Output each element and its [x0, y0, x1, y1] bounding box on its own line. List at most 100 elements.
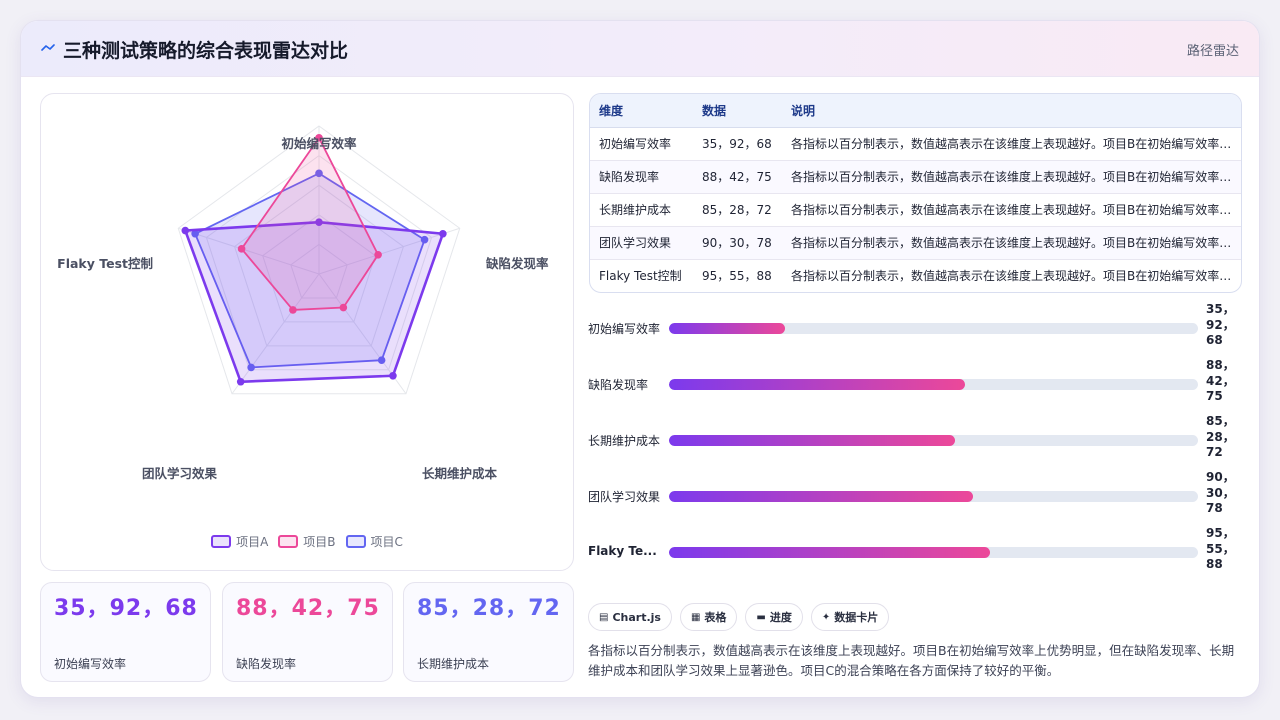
cell-data: 95，55，88 — [702, 269, 772, 284]
radar-data-point — [236, 377, 245, 386]
progress-value: 35，92，68 — [1206, 302, 1235, 347]
stat-value: 85，28，72 — [417, 596, 561, 621]
radar-axis-label: 长期维护成本 — [422, 466, 498, 481]
table-header-row: 维度 数据 说明 — [590, 94, 1241, 128]
progress-label: 缺陷发现率 — [588, 378, 649, 392]
legend-swatch-c — [345, 535, 366, 548]
legend-item-c[interactable]: 项目C — [345, 533, 403, 550]
progress-value: 85，28，72 — [1206, 414, 1235, 459]
radar-data-point — [289, 306, 297, 314]
stat-card-1: 35，92，68 初始编写效率 — [40, 582, 211, 682]
legend-label-c: 项目C — [370, 535, 403, 549]
table-row: Flaky Test控制 95，55，88 各指标以百分制表示，数值越高表示在该… — [590, 259, 1241, 292]
chart-legend: 项目A 项目B 项目C — [41, 533, 573, 550]
cell-data: 35，92，68 — [693, 127, 782, 161]
cell-dimension: 缺陷发现率 — [590, 160, 693, 194]
stat-card-3: 85，28，72 长期维护成本 — [403, 582, 574, 682]
progress-row: 初始编写效率 35，92，68 — [588, 302, 1248, 348]
radar-axis-label: Flaky Test控制 — [57, 256, 153, 271]
card-header: 三种测试策略的综合表现雷达对比 路径雷达 — [21, 21, 1259, 77]
progress-track — [669, 435, 1198, 446]
chip-chartjs[interactable]: ▤ Chart.js — [588, 603, 672, 631]
progress-fill — [669, 379, 966, 390]
progress-row: 长期维护成本 85，28，72 — [588, 414, 1248, 460]
radar-chart-card: 初始编写效率缺陷发现率长期维护成本 团队学习效果 Flaky Test控制 项目A … — [40, 93, 574, 571]
column-header-note: 说明 — [782, 94, 1241, 128]
progress-value: 90，30，78 — [1206, 470, 1235, 515]
radar-data-point — [374, 250, 382, 259]
cell-data: 88，42，75 — [693, 160, 782, 194]
progress-row: 团队学习效果 90，30，78 — [588, 470, 1248, 516]
radar-axis-label: 团队学习效果 — [142, 466, 218, 481]
cell-dimension: 长期维护成本 — [590, 193, 693, 227]
cell-dimension: Flaky Test控制 — [599, 269, 682, 284]
legend-label-a: 项目A — [236, 535, 269, 549]
chart-icon: ▤ — [599, 611, 609, 623]
progress-track — [669, 323, 1198, 334]
chip-label: 数据卡片 — [834, 611, 879, 624]
legend-swatch-a — [211, 535, 232, 548]
cell-dimension: 团队学习效果 — [590, 226, 693, 260]
radar-data-point — [237, 245, 246, 253]
progress-fill — [669, 491, 973, 502]
legend-swatch-b — [278, 535, 299, 548]
route-icon — [41, 44, 55, 51]
progress-row: 缺陷发现率 88，42，75 — [588, 358, 1248, 404]
data-table: 维度 数据 说明 初始编写效率 35，92，68 各指标以百分制表示，数值越高表… — [590, 94, 1241, 292]
progress-row: Flaky Te... 95，55，88 — [588, 526, 1248, 572]
cell-note: 各指标以百分制表示，数值越高表示在该维度上表现越好。项目B在初始编写效率上优势明… — [782, 127, 1241, 161]
progress-track — [669, 547, 1198, 558]
chip-label: 进度 — [769, 611, 792, 624]
chip-progress[interactable]: ▬ 进度 — [745, 603, 803, 631]
radar-axis-label: 缺陷发现率 — [486, 256, 549, 271]
progress-track — [669, 491, 1198, 502]
stat-label: 长期维护成本 — [417, 657, 490, 671]
table-icon: ▦ — [690, 611, 701, 623]
progress-label: Flaky Te... — [588, 544, 657, 558]
radar-data-point — [439, 229, 447, 238]
column-header-data: 数据 — [693, 94, 782, 128]
sparkle-icon: ✦ — [821, 611, 831, 623]
table-row: 团队学习效果 90，30，78 各指标以百分制表示，数值越高表示在该维度上表现越… — [590, 226, 1241, 260]
column-header-dimension: 维度 — [590, 94, 693, 128]
cell-note: 各指标以百分制表示，数值越高表示在该维度上表现越好。项目B在初始编写效率上优势明… — [782, 160, 1241, 194]
cell-note: 各指标以百分制表示，数值越高表示在该维度上表现越好。项目B在初始编写效率上优势明… — [782, 226, 1241, 260]
radar-axis-label: 初始编写效率 — [281, 136, 357, 151]
radar-data-point — [339, 303, 348, 312]
legend-item-b[interactable]: 项目B — [278, 533, 336, 550]
stat-value: 88，42，75 — [236, 596, 380, 621]
chip-cards[interactable]: ✦ 数据卡片 — [810, 603, 890, 631]
chip-label: Chart.js — [612, 610, 661, 624]
stat-label: 缺陷发现率 — [236, 657, 297, 671]
table-row: 长期维护成本 85，28，72 各指标以百分制表示，数值越高表示在该维度上表现越… — [590, 193, 1241, 227]
cell-data: 85，28，72 — [693, 193, 782, 227]
progress-label: 初始编写效率 — [588, 322, 661, 336]
cell-data: 90，30，78 — [693, 226, 782, 260]
stat-label: 初始编写效率 — [54, 657, 127, 671]
progress-label: 团队学习效果 — [588, 490, 661, 504]
progress-value: 95，55，88 — [1206, 526, 1235, 571]
page-title: 三种测试策略的综合表现雷达对比 — [63, 40, 349, 62]
progress-track — [669, 379, 1198, 390]
view-chips: ▤ Chart.js ▦ 表格 ▬ 进度 ✦ 数据卡片 — [588, 603, 890, 631]
cell-dimension: 初始编写效率 — [590, 127, 693, 161]
progress-fill — [669, 547, 991, 558]
table-row: 缺陷发现率 88，42，75 各指标以百分制表示，数值越高表示在该维度上表现越好… — [590, 160, 1241, 194]
chip-table[interactable]: ▦ 表格 — [679, 603, 738, 631]
chip-label: 表格 — [704, 611, 727, 624]
table-row: 初始编写效率 35，92，68 各指标以百分制表示，数值越高表示在该维度上表现越… — [590, 127, 1241, 161]
legend-item-a[interactable]: 项目A — [211, 533, 268, 550]
progress-fill — [669, 435, 955, 446]
legend-label-b: 项目B — [303, 535, 336, 549]
radar-data-point — [181, 226, 190, 235]
progress-value: 88，42，75 — [1206, 358, 1235, 403]
cell-note: 各指标以百分制表示，数值越高表示在该维度上表现越好。项目B在初始编写效率上优势明… — [782, 193, 1241, 227]
stat-card-2: 88，42，75 缺陷发现率 — [222, 582, 393, 682]
description-text: 各指标以百分制表示，数值越高表示在该维度上表现越好。项目B在初始编写效率上优势明… — [588, 643, 1235, 678]
data-table-card: 维度 数据 说明 初始编写效率 35，92，68 各指标以百分制表示，数值越高表… — [589, 93, 1242, 293]
header-tag: 路径雷达 — [1186, 44, 1239, 59]
cell-note: 各指标以百分制表示，数值越高表示在该维度上表现越好。项目B在初始编写效率上优势明… — [791, 269, 1241, 284]
radar-chart: 初始编写效率缺陷发现率长期维护成本 团队学习效果 Flaky Test控制 — [57, 125, 549, 481]
progress-label: 长期维护成本 — [588, 434, 661, 448]
progress-icon: ▬ — [756, 611, 766, 623]
